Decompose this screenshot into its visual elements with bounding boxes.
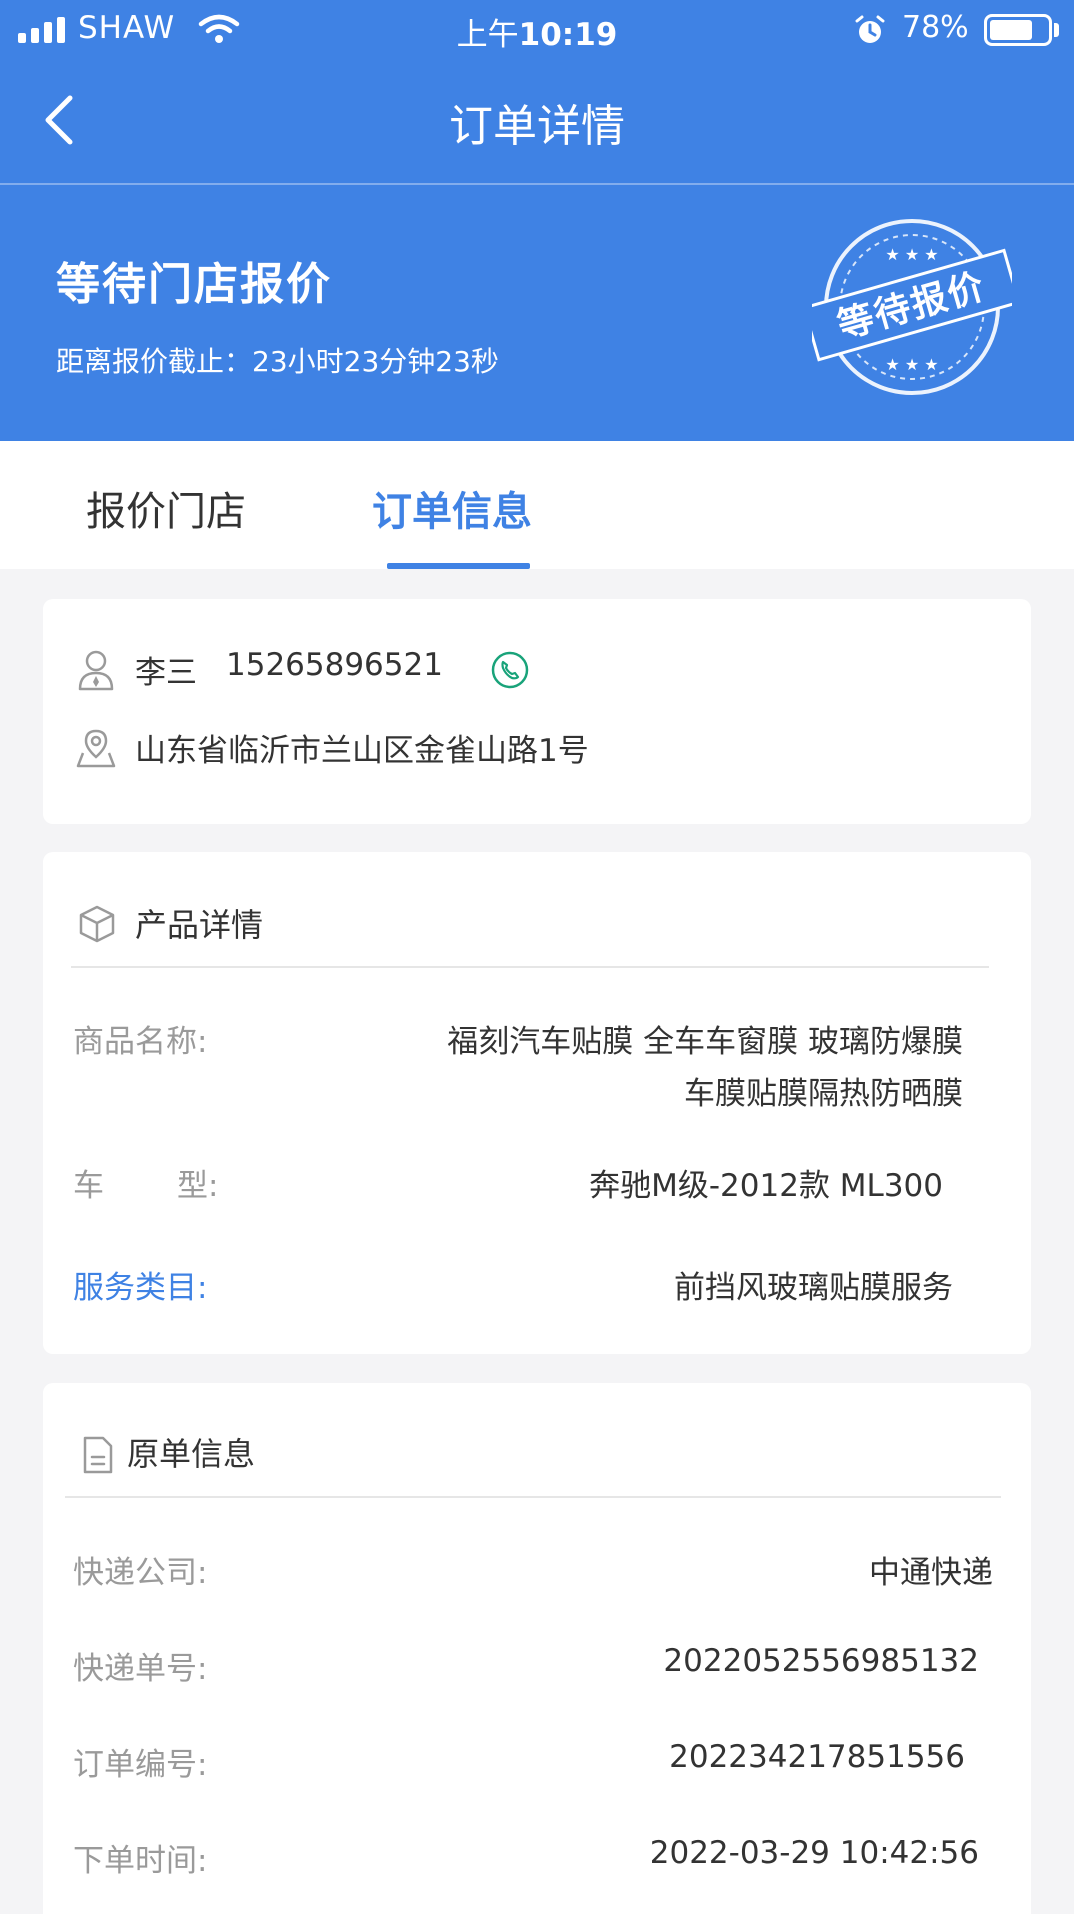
courier-company-value: 中通快递	[869, 1555, 993, 1591]
nav-divider	[0, 183, 1074, 185]
order-time-value: 2022-03-29 10:42:56	[649, 1835, 979, 1871]
service-category-value: 前挡风玻璃贴膜服务	[674, 1270, 953, 1306]
origin-section-title: 原单信息	[127, 1435, 256, 1473]
product-divider	[71, 966, 989, 968]
battery-tip	[1054, 23, 1059, 37]
tab-order-info[interactable]: 订单信息	[372, 479, 532, 537]
location-icon	[76, 729, 116, 768]
tab-bar: 报价门店 订单信息	[0, 441, 1074, 569]
active-tab-indicator	[387, 563, 530, 569]
car-model-label-b: 型:	[177, 1168, 219, 1204]
tracking-number-label: 快递单号:	[73, 1651, 208, 1687]
phone-icon[interactable]	[491, 651, 529, 689]
box-icon	[79, 905, 115, 943]
product-name-line2: 车膜贴膜隔热防晒膜	[684, 1076, 963, 1112]
courier-company-label: 快递公司:	[73, 1555, 208, 1591]
product-name-line1: 福刻汽车贴膜 全车车窗膜 玻璃防爆膜	[447, 1024, 963, 1060]
svg-text:★ ★ ★: ★ ★ ★	[885, 355, 938, 374]
product-details-card: 产品详情 商品名称: 福刻汽车贴膜 全车车窗膜 玻璃防爆膜 车膜贴膜隔热防晒膜 …	[43, 852, 1031, 1354]
contact-card: 李三 15265896521 山东省临沂市兰山区金雀山路1号	[43, 599, 1031, 824]
order-number-label: 订单编号:	[73, 1747, 208, 1783]
order-number-value: 202234217851556	[669, 1739, 965, 1775]
quote-countdown: 距离报价截止：23小时23分钟23秒	[56, 345, 499, 378]
order-detail-page: SHAW 上午10:19 78% 订单详情 等待门店报价 距离报价截止：23小时…	[0, 0, 1074, 1914]
contact-phone: 15265896521	[226, 647, 443, 683]
product-name-label: 商品名称:	[73, 1024, 208, 1060]
alarm-icon	[855, 15, 885, 43]
tab-quote-stores[interactable]: 报价门店	[86, 479, 246, 537]
car-model-value: 奔驰M级-2012款 ML300	[589, 1168, 943, 1204]
product-section-title: 产品详情	[135, 906, 264, 944]
page-title: 订单详情	[449, 101, 625, 152]
contact-name: 李三	[135, 655, 197, 691]
navigation-bar: 订单详情	[0, 56, 1074, 184]
battery-icon	[984, 14, 1052, 46]
original-order-card: 原单信息 快递公司: 中通快递 快递单号: 2022052556985132 订…	[43, 1383, 1031, 1914]
order-status-title: 等待门店报价	[56, 259, 332, 310]
order-time-label: 下单时间:	[73, 1843, 208, 1879]
tracking-number-value: 2022052556985132	[663, 1643, 979, 1679]
service-category-label: 服务类目:	[73, 1270, 208, 1306]
contact-address: 山东省临沂市兰山区金雀山路1号	[135, 733, 589, 769]
waiting-quote-stamp: 等待报价 ★ ★ ★ ★ ★ ★	[812, 219, 1012, 395]
svg-text:★ ★ ★: ★ ★ ★	[885, 245, 938, 264]
battery-percentage: 78%	[902, 10, 969, 45]
user-icon	[78, 650, 114, 691]
document-icon	[83, 1436, 113, 1474]
status-bar: SHAW 上午10:19 78%	[0, 0, 1074, 56]
car-model-label-a: 车	[73, 1168, 104, 1204]
origin-divider	[65, 1496, 1001, 1498]
